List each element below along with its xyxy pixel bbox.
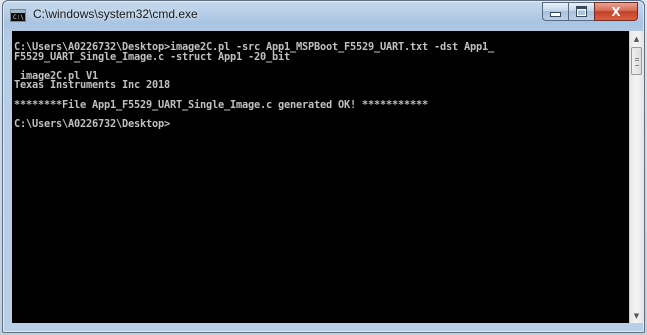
console-line: ********File App1_F5529_UART_Single_Imag…: [14, 98, 428, 111]
console-line: Texas Instruments Inc 2018: [14, 79, 170, 92]
minimize-icon: [550, 12, 561, 17]
maximize-button[interactable]: [568, 2, 594, 21]
cmd-console-icon-glyph: C:\: [13, 14, 24, 21]
maximize-icon: [576, 6, 587, 17]
close-button[interactable]: X: [594, 2, 638, 21]
console-line: F5529_UART_Single_Image.c -struct App1 -…: [14, 50, 290, 63]
window-title: C:\windows\system32\cmd.exe: [33, 7, 198, 21]
console-prompt-line: C:\Users\A0226732\Desktop>: [14, 117, 170, 130]
console-output-area[interactable]: C:\Users\A0226732\Desktop>image2C.pl -sr…: [12, 31, 629, 323]
minimize-button[interactable]: [542, 2, 568, 21]
window-bottom-frame: [3, 321, 644, 332]
cmd-window: C:\ C:\windows\system32\cmd.exe X C:\Use…: [2, 0, 645, 333]
scrollbar-thumb[interactable]: [631, 47, 642, 75]
cmd-console-icon[interactable]: C:\: [10, 9, 26, 22]
scroll-up-arrow-icon[interactable]: ▲: [630, 31, 643, 46]
title-bar[interactable]: C:\ C:\windows\system32\cmd.exe X: [3, 1, 644, 31]
close-icon: X: [611, 4, 621, 19]
caption-buttons: X: [542, 2, 638, 21]
console-text: C:\Users\A0226732\Desktop>image2C.pl -sr…: [14, 42, 494, 130]
vertical-scrollbar[interactable]: ▲ ▼: [629, 31, 643, 323]
